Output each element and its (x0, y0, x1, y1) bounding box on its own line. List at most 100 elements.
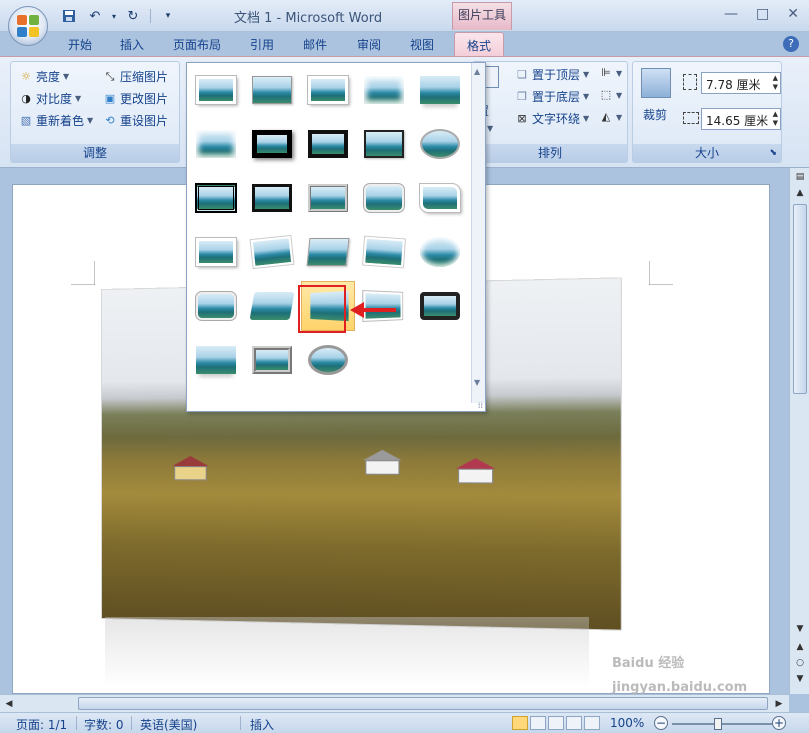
style-thumbnail (308, 345, 348, 375)
height-field[interactable]: 7.78 厘米 ▲ ▼ (701, 72, 781, 94)
bring-front-label: 置于顶层 (532, 68, 581, 82)
gallery-scrollbar[interactable]: ▲ ▼ (471, 63, 485, 403)
help-icon[interactable]: ? (783, 36, 799, 52)
contrast-label: 对比度 (36, 92, 73, 106)
style-bevel-rect[interactable] (301, 173, 355, 223)
vertical-scrollbar[interactable]: ▤ ▲ ▼ ▲ ○ ▼ (789, 168, 809, 694)
style-thick-black-frame[interactable] (245, 119, 299, 169)
style-metal-frame[interactable] (357, 65, 411, 115)
tab-page-layout[interactable]: 页面布局 (173, 36, 221, 53)
style-thumbnail (420, 129, 460, 159)
width-spinner-icon[interactable]: ▲ ▼ (773, 110, 778, 128)
tab-home[interactable]: 开始 (68, 36, 92, 53)
group-button[interactable]: ⬚ ▼ (599, 88, 622, 102)
horizontal-scroll-thumb[interactable] (78, 697, 768, 710)
scroll-up-icon[interactable]: ▲ (474, 67, 480, 76)
rotate-button[interactable]: ◭ ▼ (599, 110, 622, 124)
style-soft-edge-oval[interactable] (413, 227, 467, 277)
width-field[interactable]: 14.65 厘米 ▲ ▼ (701, 108, 781, 130)
undo-icon[interactable]: ↶ (84, 7, 106, 25)
insert-mode-indicator[interactable]: 插入 (250, 716, 274, 733)
window-title: 文档 1 - Microsoft Word (234, 11, 383, 26)
word-count[interactable]: 字数: 0 (84, 716, 124, 733)
ruler-toggle-icon[interactable]: ▤ (793, 170, 807, 184)
style-metal-rounded[interactable] (413, 281, 467, 331)
save-icon[interactable] (58, 7, 80, 25)
outline-view-icon[interactable] (566, 716, 582, 730)
zoom-in-icon[interactable]: + (772, 716, 786, 730)
style-rotated-white[interactable] (245, 227, 299, 277)
bring-to-front-button[interactable]: ❏ 置于顶层 ▼ (515, 66, 589, 83)
style-simple-frame-white[interactable] (189, 65, 243, 115)
crop-icon[interactable] (641, 68, 671, 98)
style-simple-black[interactable] (357, 119, 411, 169)
style-reflected-rounded[interactable] (413, 65, 467, 115)
style-center-shadow[interactable] (189, 227, 243, 277)
scroll-up-icon[interactable]: ▲ (793, 186, 807, 200)
house-roof (363, 449, 402, 461)
customize-qat-button[interactable]: ▾ (157, 7, 179, 25)
style-metal-oval[interactable] (301, 335, 355, 385)
gallery-resize-handle-icon[interactable]: ⁞⁞ (478, 401, 483, 410)
tab-insert[interactable]: 插入 (120, 36, 144, 53)
style-bevel-rounded[interactable] (189, 281, 243, 331)
style-reflected-bevel[interactable] (189, 335, 243, 385)
vertical-scroll-thumb[interactable] (793, 204, 807, 394)
maximize-icon[interactable]: □ (756, 6, 769, 22)
zoom-slider-handle[interactable] (714, 718, 722, 730)
brightness-button[interactable]: ☼ 亮度 ▼ (19, 68, 69, 85)
style-rounded-diagonal[interactable] (357, 173, 411, 223)
style-perspective-shadow[interactable] (301, 227, 355, 277)
style-thumbnail (252, 346, 292, 374)
style-thin-black-frame[interactable] (245, 173, 299, 223)
text-wrap-button[interactable]: ⊠ 文字环绕 ▼ (515, 110, 589, 127)
recolor-button[interactable]: ▧ 重新着色 ▼ (19, 112, 93, 129)
crop-button[interactable]: 裁剪 (643, 106, 667, 123)
tab-references[interactable]: 引用 (250, 36, 274, 53)
redo-icon[interactable]: ↻ (122, 7, 144, 25)
page-indicator[interactable]: 页面: 1/1 (16, 716, 67, 733)
scroll-right-icon[interactable]: ▶ (772, 697, 786, 711)
close-icon[interactable]: ✕ (787, 6, 799, 22)
style-black-frame-shadow[interactable] (301, 119, 355, 169)
align-button[interactable]: ⊫ ▼ (599, 66, 622, 80)
style-soft-edge-rect[interactable] (189, 119, 243, 169)
style-snip-diagonal[interactable] (413, 173, 467, 223)
compress-pictures-button[interactable]: ⤡ 压缩图片 (103, 68, 168, 85)
scroll-left-icon[interactable]: ◀ (2, 697, 16, 711)
send-to-back-button[interactable]: ❐ 置于底层 ▼ (515, 88, 589, 105)
scroll-down-icon[interactable]: ▼ (474, 378, 480, 387)
tab-format[interactable]: 格式 (454, 32, 505, 57)
language-indicator[interactable]: 英语(美国) (140, 716, 197, 733)
undo-dropdown-icon[interactable]: ▾ (110, 7, 118, 25)
position-dropdown[interactable]: ▼ (487, 124, 493, 133)
minimize-icon[interactable]: — (724, 6, 738, 22)
print-layout-view-icon[interactable] (512, 716, 528, 730)
zoom-level[interactable]: 100% (610, 716, 644, 730)
height-spinner-icon[interactable]: ▲ ▼ (773, 74, 778, 92)
style-drop-shadow[interactable] (301, 65, 355, 115)
draft-view-icon[interactable] (584, 716, 600, 730)
contrast-button[interactable]: ◑ 对比度 ▼ (19, 90, 81, 107)
office-button[interactable] (8, 6, 48, 46)
scroll-down-icon[interactable]: ▼ (793, 622, 807, 636)
style-soft-edge[interactable] (245, 65, 299, 115)
change-picture-button[interactable]: ▣ 更改图片 (103, 90, 168, 107)
tab-review[interactable]: 审阅 (357, 36, 381, 53)
tab-mailings[interactable]: 邮件 (303, 36, 327, 53)
style-moderate-frame[interactable] (245, 281, 299, 331)
style-relaxed-perspective[interactable] (357, 227, 411, 277)
style-compound-frame[interactable] (245, 335, 299, 385)
full-screen-reading-icon[interactable] (530, 716, 546, 730)
style-thumbnail (420, 292, 460, 320)
zoom-out-icon[interactable]: − (654, 716, 668, 730)
tab-view[interactable]: 视图 (410, 36, 434, 53)
style-thumbnail (195, 75, 237, 105)
reset-picture-button[interactable]: ⟲ 重设图片 (103, 112, 168, 129)
horizontal-scrollbar[interactable]: ◀ ▶ (0, 694, 789, 712)
zoom-slider-track[interactable] (672, 723, 772, 725)
style-oval-reflected[interactable] (413, 119, 467, 169)
dialog-launcher-icon[interactable]: ⬊ (769, 144, 777, 162)
style-double-frame-black[interactable] (189, 173, 243, 223)
web-layout-icon[interactable] (548, 716, 564, 730)
